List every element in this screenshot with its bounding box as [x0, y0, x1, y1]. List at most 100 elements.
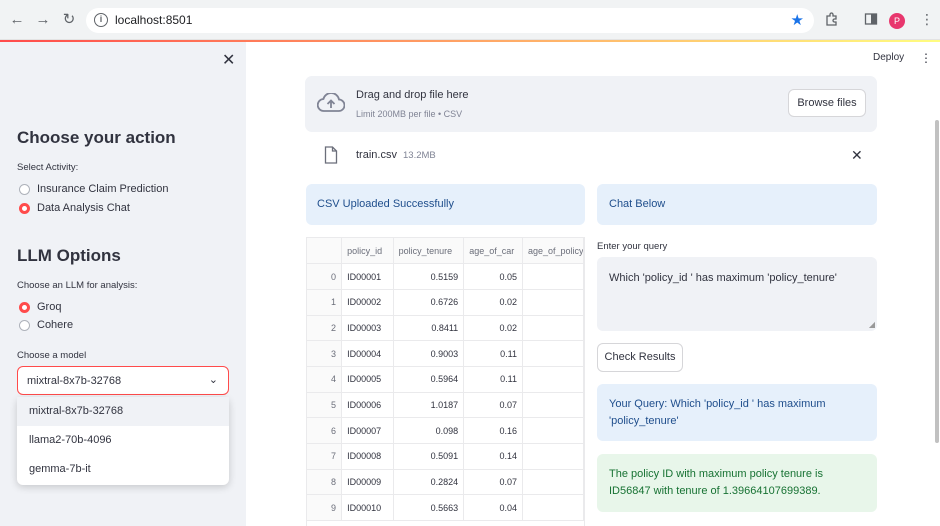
table-cell[interactable]	[522, 417, 584, 444]
model-select[interactable]: mixtral-8x7b-32768 ⌄	[17, 366, 229, 395]
table-cell[interactable]: ID00009	[341, 469, 394, 496]
table-row[interactable]: 2 ID00003 0.8411 0.02	[307, 315, 584, 342]
address-bar[interactable]: i localhost:8501 ★	[86, 8, 814, 33]
table-row[interactable]: 1 ID00002 0.6726 0.02	[307, 289, 584, 316]
table-cell[interactable]: 0.11	[463, 366, 523, 393]
row-index: 4	[307, 366, 343, 393]
table-row[interactable]: 6 ID00007 0.098 0.16	[307, 417, 584, 444]
table-cell[interactable]: ID00005	[341, 366, 394, 393]
column-header[interactable]: age_of_policyholder	[522, 238, 584, 265]
table-cell[interactable]: 0.07	[463, 469, 523, 496]
file-uploader-dropzone[interactable]: Drag and drop file here Limit 200MB per …	[305, 76, 877, 132]
table-row[interactable]: 4 ID00005 0.5964 0.11	[307, 366, 584, 393]
table-cell[interactable]: 0.04	[463, 494, 523, 522]
app-menu-icon[interactable]: ⋮	[920, 51, 932, 65]
table-cell[interactable]: ID00003	[341, 315, 394, 342]
table-cell[interactable]: 0.5159	[393, 263, 465, 290]
back-arrow-icon[interactable]: ←	[9, 12, 25, 28]
bookmark-star-icon[interactable]: ★	[791, 11, 804, 29]
column-header[interactable]: policy_id	[341, 238, 394, 265]
model-dropdown-menu: mixtral-8x7b-32768 llama2-70b-4096 gemma…	[17, 397, 229, 485]
browse-files-button[interactable]: Browse files	[788, 89, 866, 117]
table-cell[interactable]: ID00006	[341, 392, 394, 419]
forward-arrow-icon[interactable]: →	[35, 12, 51, 28]
page-scrollbar[interactable]	[935, 120, 939, 443]
table-cell[interactable]: 0.6726	[393, 289, 465, 316]
radio-unchecked-icon[interactable]	[19, 183, 30, 195]
side-panel-icon[interactable]	[864, 12, 878, 26]
check-results-button[interactable]: Check Results	[597, 343, 683, 372]
extensions-icon[interactable]	[825, 12, 839, 26]
table-cell[interactable]: ID00001	[341, 263, 394, 290]
alert-text: Chat Below	[609, 198, 666, 210]
resize-grip-icon[interactable]: ◢	[869, 320, 875, 329]
table-cell[interactable]	[522, 443, 584, 470]
browser-menu-icon[interactable]: ⋮	[920, 12, 934, 26]
model-option[interactable]: llama2-70b-4096	[17, 426, 229, 455]
table-cell[interactable]: ID00004	[341, 340, 394, 367]
radio-label: Data Analysis Chat	[37, 202, 130, 214]
table-cell[interactable]: ID00007	[341, 417, 394, 444]
row-index: 0	[307, 263, 343, 290]
radio-data-analysis-chat[interactable]: Data Analysis Chat	[19, 202, 130, 214]
model-option[interactable]: mixtral-8x7b-32768	[17, 397, 229, 426]
profile-avatar[interactable]: P	[889, 13, 905, 29]
table-cell[interactable]	[522, 366, 584, 393]
table-cell[interactable]: 0.05	[463, 263, 523, 290]
browser-toolbar: ← → ↻ i localhost:8501 ★ P ⋮	[0, 0, 940, 40]
table-cell[interactable]	[522, 392, 584, 419]
row-index: 1	[307, 289, 343, 316]
table-cell[interactable]: 0.5091	[393, 443, 465, 470]
table-row[interactable]: 8 ID00009 0.2824 0.07	[307, 469, 584, 496]
table-cell[interactable]: 0.02	[463, 289, 523, 316]
uploaded-file-size: 13.2MB	[403, 150, 436, 161]
table-cell[interactable]: 0.098	[393, 417, 465, 444]
table-cell[interactable]: 0.2824	[393, 469, 465, 496]
llm-choice-label: Choose an LLM for analysis:	[17, 280, 138, 291]
table-cell[interactable]: 0.11	[463, 340, 523, 367]
remove-file-icon[interactable]: ✕	[851, 147, 863, 164]
table-cell[interactable]: ID00002	[341, 289, 394, 316]
radio-checked-icon[interactable]	[19, 301, 30, 313]
table-cell[interactable]: 0.9003	[393, 340, 465, 367]
model-option[interactable]: gemma-7b-it	[17, 455, 229, 484]
table-cell[interactable]: ID00008	[341, 443, 394, 470]
chevron-down-icon[interactable]: ⌄	[209, 373, 218, 386]
table-cell[interactable]	[522, 340, 584, 367]
table-cell[interactable]	[522, 315, 584, 342]
table-cell[interactable]: 0.14	[463, 443, 523, 470]
table-cell[interactable]: 0.5663	[393, 494, 465, 522]
radio-cohere[interactable]: Cohere	[19, 319, 73, 331]
radio-insurance-claim[interactable]: Insurance Claim Prediction	[19, 183, 168, 195]
url-text: localhost:8501	[115, 13, 193, 27]
table-cell[interactable]: 0.5964	[393, 366, 465, 393]
table-cell[interactable]: ID00010	[341, 494, 394, 522]
table-cell[interactable]	[522, 289, 584, 316]
radio-unchecked-icon[interactable]	[19, 319, 30, 331]
table-cell[interactable]	[522, 469, 584, 496]
reload-icon[interactable]: ↻	[61, 12, 77, 28]
table-cell[interactable]: 0.8411	[393, 315, 465, 342]
column-header[interactable]: age_of_car	[463, 238, 523, 265]
column-header[interactable]	[307, 238, 343, 265]
table-cell[interactable]: 0.16	[463, 417, 523, 444]
site-info-icon[interactable]: i	[94, 13, 108, 27]
radio-checked-icon[interactable]	[19, 202, 30, 214]
radio-groq[interactable]: Groq	[19, 301, 61, 313]
table-row[interactable]: 5 ID00006 1.0187 0.07	[307, 392, 584, 419]
data-table[interactable]: policy_id policy_tenure age_of_car age_o…	[306, 237, 585, 526]
table-cell[interactable]	[522, 494, 584, 522]
query-textarea[interactable]: Which 'policy_id ' has maximum 'policy_t…	[597, 257, 877, 331]
table-cell[interactable]: 1.0187	[393, 392, 465, 419]
table-row[interactable]: 9 ID00010 0.5663 0.04	[307, 494, 584, 522]
table-cell[interactable]: 0.07	[463, 392, 523, 419]
model-label: Choose a model	[17, 350, 87, 361]
deploy-button[interactable]: Deploy	[873, 52, 904, 63]
table-row[interactable]: 0 ID00001 0.5159 0.05	[307, 263, 584, 290]
table-row[interactable]: 7 ID00008 0.5091 0.14	[307, 443, 584, 470]
table-cell[interactable]	[522, 263, 584, 290]
table-row[interactable]: 3 ID00004 0.9003 0.11	[307, 340, 584, 367]
close-sidebar-icon[interactable]: ✕	[222, 50, 235, 70]
table-cell[interactable]: 0.02	[463, 315, 523, 342]
column-header[interactable]: policy_tenure	[393, 238, 465, 265]
